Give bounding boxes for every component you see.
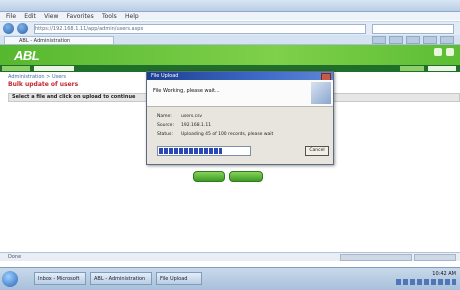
header-icons [430,48,454,58]
menu-favorites[interactable]: Favorites [67,13,94,20]
tools-menu-icon[interactable] [440,36,454,44]
menu-view[interactable]: View [44,13,58,20]
menu-file[interactable]: File [6,13,16,20]
status-text: Done [8,254,22,260]
source-value: 192.168.1.11 [181,123,212,128]
nav-item-admin[interactable] [34,66,74,71]
clock[interactable]: 10:42 AM [432,271,456,277]
address-row: https://192.168.1.11/app/admin/users.asp… [0,21,460,36]
address-bar[interactable]: https://192.168.1.11/app/admin/users.asp… [34,24,366,34]
status-value: Uploading 45 of 100 records, please wait [181,132,274,137]
menu-tools[interactable]: Tools [102,13,117,20]
taskbar-item[interactable]: ABL - Administration [90,272,152,285]
back-icon[interactable] [3,23,14,34]
nav-item-settings[interactable] [400,66,424,71]
upload-progress-bar [157,146,251,156]
tray-icons[interactable] [396,279,456,285]
app-header: ABL [0,45,460,65]
home-icon[interactable] [372,36,386,44]
start-button[interactable] [2,271,18,287]
nav-item-user[interactable] [428,66,456,71]
menu-help[interactable]: Help [125,13,139,20]
browser-menu-bar: File Edit View Favorites Tools Help [0,12,460,20]
menu-edit[interactable]: Edit [24,13,36,20]
dialog-heading: File Working, please wait... [153,88,220,94]
forward-icon[interactable] [17,23,28,34]
source-label: Source: [157,123,174,128]
feeds-icon[interactable] [389,36,403,44]
upload-progress-dialog: File Upload File Working, please wait...… [146,71,334,165]
status-label: Status: [157,132,173,137]
banner-graphic-icon [311,82,331,104]
taskbar-item[interactable]: Inbox - Microsoft [34,272,86,285]
zoom-control[interactable] [414,254,456,261]
nav-item-home[interactable] [2,66,30,71]
taskbar-item[interactable]: File Upload [156,272,202,285]
dialog-cancel-button[interactable]: Cancel [305,146,329,156]
tab-row: ABL - Administration [0,35,460,45]
dialog-title: File Upload [151,73,179,79]
name-label: Name: [157,114,172,119]
browser-tab[interactable]: ABL - Administration [4,36,114,44]
status-bar: Done [0,252,460,261]
breadcrumb[interactable]: Administration > Users [8,74,128,80]
name-value: users.csv [181,114,203,119]
security-zone [340,254,412,261]
taskbar: Inbox - Microsoft ABL - Administration F… [0,267,460,290]
command-bar [369,36,454,44]
search-input[interactable] [372,24,454,34]
cancel-page-button[interactable] [229,171,263,182]
help-icon[interactable] [434,48,442,56]
logout-icon[interactable] [446,48,454,56]
system-tray: 10:42 AM [396,271,456,287]
upload-button[interactable] [193,171,225,182]
page-title: Bulk update of users [8,81,79,88]
print-icon[interactable] [406,36,420,44]
progress-fill [159,148,222,154]
dialog-banner: File Working, please wait... [147,80,333,107]
grid-header-text: Select a file and click on upload to con… [12,94,136,100]
app-logo: ABL [14,48,40,63]
page-menu-icon[interactable] [423,36,437,44]
dialog-title-bar[interactable]: File Upload [147,72,333,81]
browser-title-bar [0,0,460,12]
